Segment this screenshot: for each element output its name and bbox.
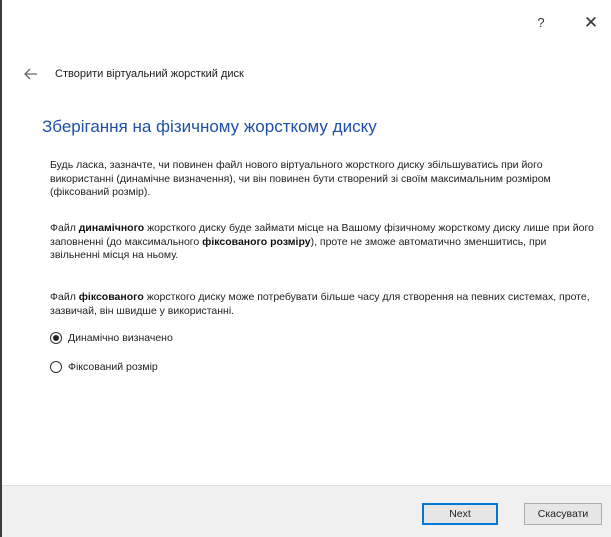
- radio-label: Фіксований розмір: [68, 361, 158, 373]
- page-heading: Зберігання на фізичному жорсткому диску: [42, 117, 377, 136]
- wizard-header: Створити віртуальний жорсткий диск: [22, 64, 244, 84]
- dialog-window: ? ✕ Створити віртуальний жорсткий диск З…: [0, 0, 611, 537]
- back-arrow-icon[interactable]: [22, 66, 40, 82]
- title-bar: ? ✕: [2, 0, 611, 40]
- dynamic-description-paragraph: Файл динамічного жорсткого диску буде за…: [50, 222, 595, 263]
- radio-dynamic[interactable]: Динамічно визначено: [50, 332, 173, 344]
- radio-button-icon[interactable]: [50, 361, 62, 373]
- cancel-button[interactable]: Скасувати: [524, 503, 602, 525]
- close-button[interactable]: ✕: [576, 12, 606, 34]
- bold-term-fixed: фіксованого: [78, 291, 144, 303]
- radio-button-selected-icon[interactable]: [50, 332, 62, 344]
- wizard-title: Створити віртуальний жорсткий диск: [55, 68, 244, 80]
- button-bar: Next Скасувати: [2, 485, 611, 537]
- radio-label: Динамічно визначено: [68, 332, 173, 344]
- fixed-description-paragraph: Файл фіксованого жорсткого диску може по…: [50, 291, 595, 318]
- help-button[interactable]: ?: [526, 12, 556, 34]
- text-fragment: Файл: [50, 291, 79, 303]
- radio-fixed[interactable]: Фіксований розмір: [50, 361, 158, 373]
- bold-term-dynamic: динамічного: [78, 222, 145, 234]
- bold-term-fixed-size: фіксованого розміру: [202, 235, 311, 248]
- description-paragraph: Будь ласка, зазначте, чи повинен файл но…: [50, 159, 551, 198]
- next-button[interactable]: Next: [422, 503, 498, 525]
- text-fragment: Файл: [50, 222, 79, 234]
